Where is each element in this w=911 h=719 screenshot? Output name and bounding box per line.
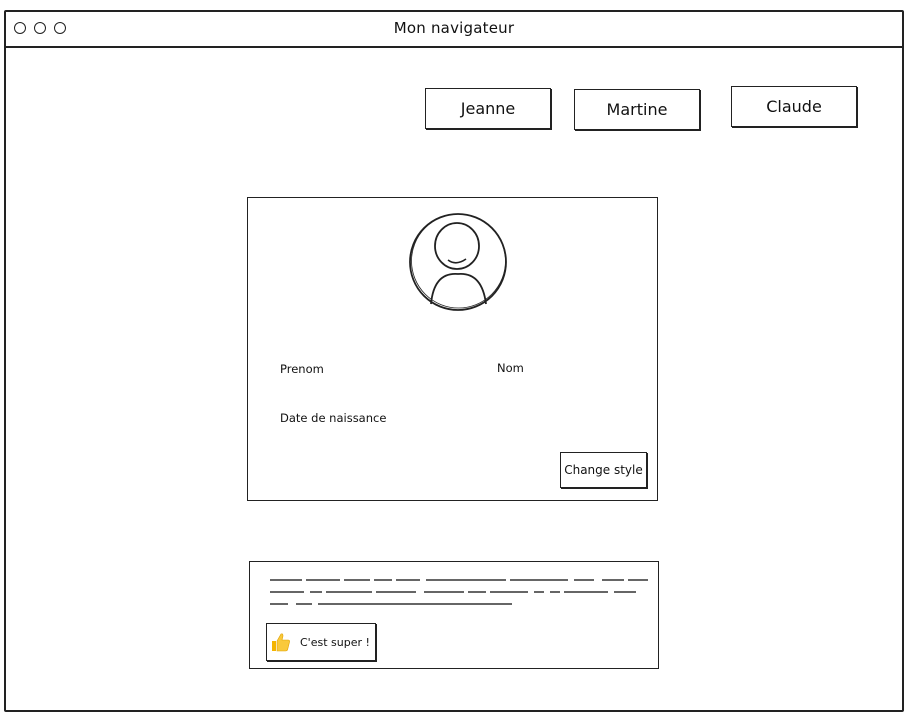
nom-label: Nom [497, 361, 524, 375]
thumbs-up-icon [272, 633, 290, 652]
like-button[interactable]: C'est super ! [266, 623, 376, 661]
tab-jeanne[interactable]: Jeanne [425, 88, 551, 129]
browser-window: Mon navigateur Jeanne Martine Claude Pre… [4, 10, 904, 712]
prenom-label: Prenom [280, 362, 324, 376]
comment-card: C'est super ! [249, 561, 659, 669]
tab-martine[interactable]: Martine [574, 89, 700, 130]
change-style-button[interactable]: Change style [560, 452, 647, 488]
date-naissance-label: Date de naissance [280, 411, 387, 425]
title-bar: Mon navigateur [6, 12, 902, 48]
like-button-label: C'est super ! [300, 635, 370, 649]
window-title: Mon navigateur [393, 19, 515, 37]
profile-card: Prenom Nom Date de naissance Change styl… [247, 197, 658, 501]
placeholder-text-scribble [270, 579, 648, 605]
user-avatar-icon [409, 213, 507, 311]
tab-claude[interactable]: Claude [731, 86, 857, 127]
